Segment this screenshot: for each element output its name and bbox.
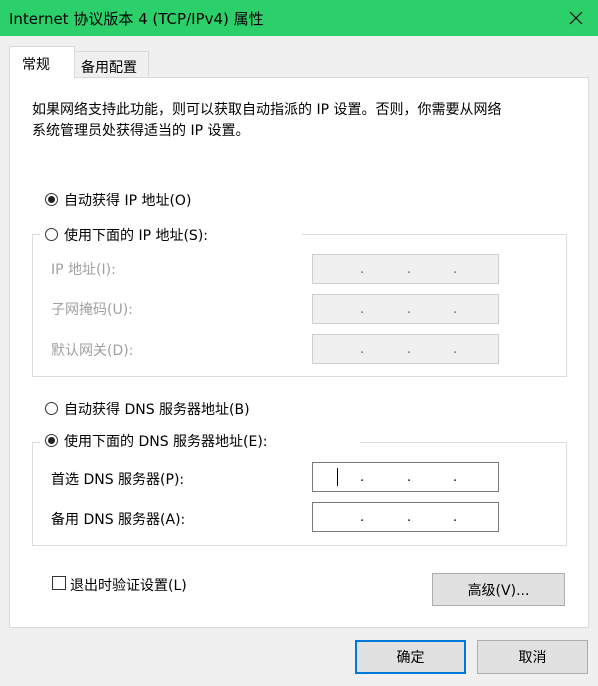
ip-separator: .: [407, 262, 412, 277]
ip-separator: .: [453, 262, 458, 277]
close-icon: [569, 11, 583, 25]
default-gateway-input[interactable]: . . .: [312, 334, 499, 364]
ip-address-input[interactable]: . . .: [312, 254, 499, 284]
auto-ip-label[interactable]: 自动获得 IP 地址(O): [64, 190, 191, 210]
tab-general[interactable]: 常规: [9, 46, 75, 78]
ip-separator: .: [360, 262, 365, 277]
ip-separator: .: [453, 302, 458, 317]
manual-ip-label[interactable]: 使用下面的 IP 地址(S):: [64, 225, 208, 245]
manual-ip-radio[interactable]: [45, 228, 58, 241]
tab-alternate-label: 备用配置: [81, 60, 137, 76]
ip-separator: .: [407, 470, 412, 485]
description-line-1: 如果网络支持此功能，则可以获取自动指派的 IP 设置。否则，你需要从网络: [32, 102, 502, 118]
manual-dns-label[interactable]: 使用下面的 DNS 服务器地址(E):: [64, 431, 268, 451]
text-caret: [337, 468, 338, 486]
ip-separator: .: [453, 470, 458, 485]
ip-separator: .: [360, 470, 365, 485]
subnet-mask-label: 子网掩码(U):: [51, 302, 133, 318]
auto-ip-radio[interactable]: [45, 193, 58, 206]
ip-address-label: IP 地址(I):: [51, 262, 116, 278]
subnet-mask-input[interactable]: . . .: [312, 294, 499, 324]
ip-separator: .: [360, 510, 365, 525]
cancel-button[interactable]: 取消: [477, 640, 588, 674]
alternate-dns-input[interactable]: . . .: [312, 502, 499, 532]
validate-settings-checkbox[interactable]: [52, 576, 66, 590]
ip-separator: .: [360, 302, 365, 317]
window-title: Internet 协议版本 4 (TCP/IPv4) 属性: [9, 10, 264, 28]
ip-separator: .: [360, 342, 365, 357]
preferred-dns-input[interactable]: . . .: [312, 462, 499, 492]
auto-dns-label[interactable]: 自动获得 DNS 服务器地址(B): [64, 399, 250, 419]
close-button[interactable]: [558, 2, 594, 34]
advanced-button[interactable]: 高级(V)...: [432, 573, 565, 606]
ip-separator: .: [407, 302, 412, 317]
alternate-dns-label: 备用 DNS 服务器(A):: [51, 512, 186, 528]
ip-separator: .: [453, 510, 458, 525]
validate-settings-label[interactable]: 退出时验证设置(L): [70, 575, 187, 595]
default-gateway-label: 默认网关(D):: [51, 343, 134, 359]
preferred-dns-label: 首选 DNS 服务器(P):: [51, 472, 185, 488]
tab-general-label: 常规: [22, 57, 50, 73]
ok-button[interactable]: 确定: [355, 640, 466, 674]
ip-separator: .: [453, 342, 458, 357]
tab-alternate-configuration[interactable]: 备用配置: [75, 51, 149, 78]
ip-separator: .: [407, 510, 412, 525]
ip-separator: .: [407, 342, 412, 357]
manual-dns-radio[interactable]: [45, 434, 58, 447]
description-line-2: 系统管理员处获得适当的 IP 设置。: [32, 123, 250, 139]
auto-dns-radio[interactable]: [45, 402, 58, 415]
